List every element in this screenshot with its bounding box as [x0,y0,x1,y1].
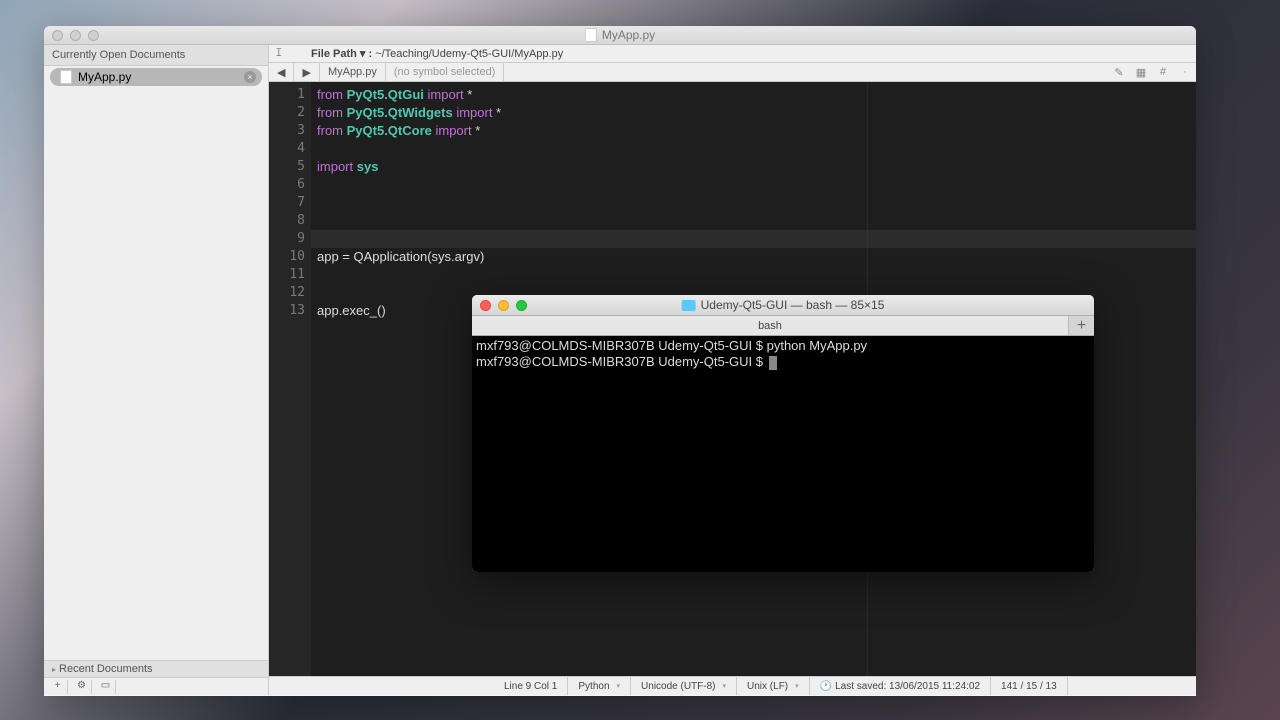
terminal-title: Udemy-Qt5-GUI — bash — 85×15 [682,298,885,312]
nav-symbol[interactable]: (no symbol selected) [386,63,505,81]
editor-titlebar[interactable]: MyApp.py [44,26,1196,45]
navbar: ◀ ▶ MyApp.py (no symbol selected) ✎ ▦ # … [269,63,1196,82]
nav-file[interactable]: MyApp.py [320,63,386,81]
document-icon [585,28,597,42]
document-icon [60,70,72,84]
editor-traffic-lights [52,30,99,41]
window-title-text: MyApp.py [602,28,655,42]
minimize-icon[interactable] [70,30,81,41]
split-icon[interactable]: ▦ [1130,66,1152,79]
sidebar-toolbar: + ⚙ ▭ [44,677,268,695]
document-icon [293,47,311,61]
nav-back-button[interactable]: ◀ [269,63,294,81]
pathbar[interactable]: 𝙸 File Path ▾ : ~/Teaching/Udemy-Qt5-GUI… [269,45,1196,63]
close-icon[interactable] [480,300,491,311]
terminal-title-text: Udemy-Qt5-GUI — bash — 85×15 [701,298,885,312]
add-button[interactable]: + [48,680,68,694]
terminal-traffic-lights [480,300,527,311]
pathbar-path: ~/Teaching/Udemy-Qt5-GUI/MyApp.py [375,48,563,60]
folder-icon [682,300,696,311]
status-language[interactable]: Python [568,677,631,695]
line-gutter: 12345678910111213 [269,82,311,676]
recent-docs-header[interactable]: Recent Documents [44,660,268,677]
terminal-tab-bash[interactable]: bash [472,316,1068,335]
zoom-icon[interactable] [516,300,527,311]
close-icon[interactable] [52,30,63,41]
pathbar-label: File Path ▾ : [311,47,372,60]
current-line-highlight [311,230,1196,248]
minimize-icon[interactable] [498,300,509,311]
terminal-window: Udemy-Qt5-GUI — bash — 85×15 bash + mxf7… [472,295,1094,572]
cursor-icon: 𝙸 [275,47,293,61]
zoom-icon[interactable] [88,30,99,41]
nav-forward-button[interactable]: ▶ [294,63,319,81]
terminal-tabbar: bash + [472,316,1094,336]
status-position[interactable]: Line 9 Col 1 [494,677,568,695]
more-icon[interactable]: · [1174,66,1196,79]
terminal-titlebar[interactable]: Udemy-Qt5-GUI — bash — 85×15 [472,295,1094,316]
new-tab-button[interactable]: + [1068,316,1094,335]
status-saved: 🕐 Last saved: 13/06/2015 11:24:02 [810,677,991,695]
status-encoding[interactable]: Unicode (UTF-8) [631,677,737,695]
sidebar-item-myapp[interactable]: MyApp.py × [50,68,262,86]
terminal-body[interactable]: mxf793@COLMDS-MIBR307B Udemy-Qt5-GUI $ p… [472,336,1094,572]
open-docs-header: Currently Open Documents [44,45,268,66]
edit-icon[interactable]: ✎ [1108,66,1130,79]
view-button[interactable]: ▭ [96,680,116,694]
status-counts: 141 / 15 / 13 [991,677,1068,695]
sidebar: Currently Open Documents MyApp.py × Rece… [44,45,269,695]
statusbar: Line 9 Col 1 Python Unicode (UTF-8) Unix… [269,676,1196,695]
sidebar-item-label: MyApp.py [78,70,131,84]
window-title: MyApp.py [585,28,655,42]
close-icon[interactable]: × [244,71,256,83]
status-line-endings[interactable]: Unix (LF) [737,677,810,695]
gear-icon[interactable]: ⚙ [72,680,92,694]
hash-icon[interactable]: # [1152,66,1174,79]
